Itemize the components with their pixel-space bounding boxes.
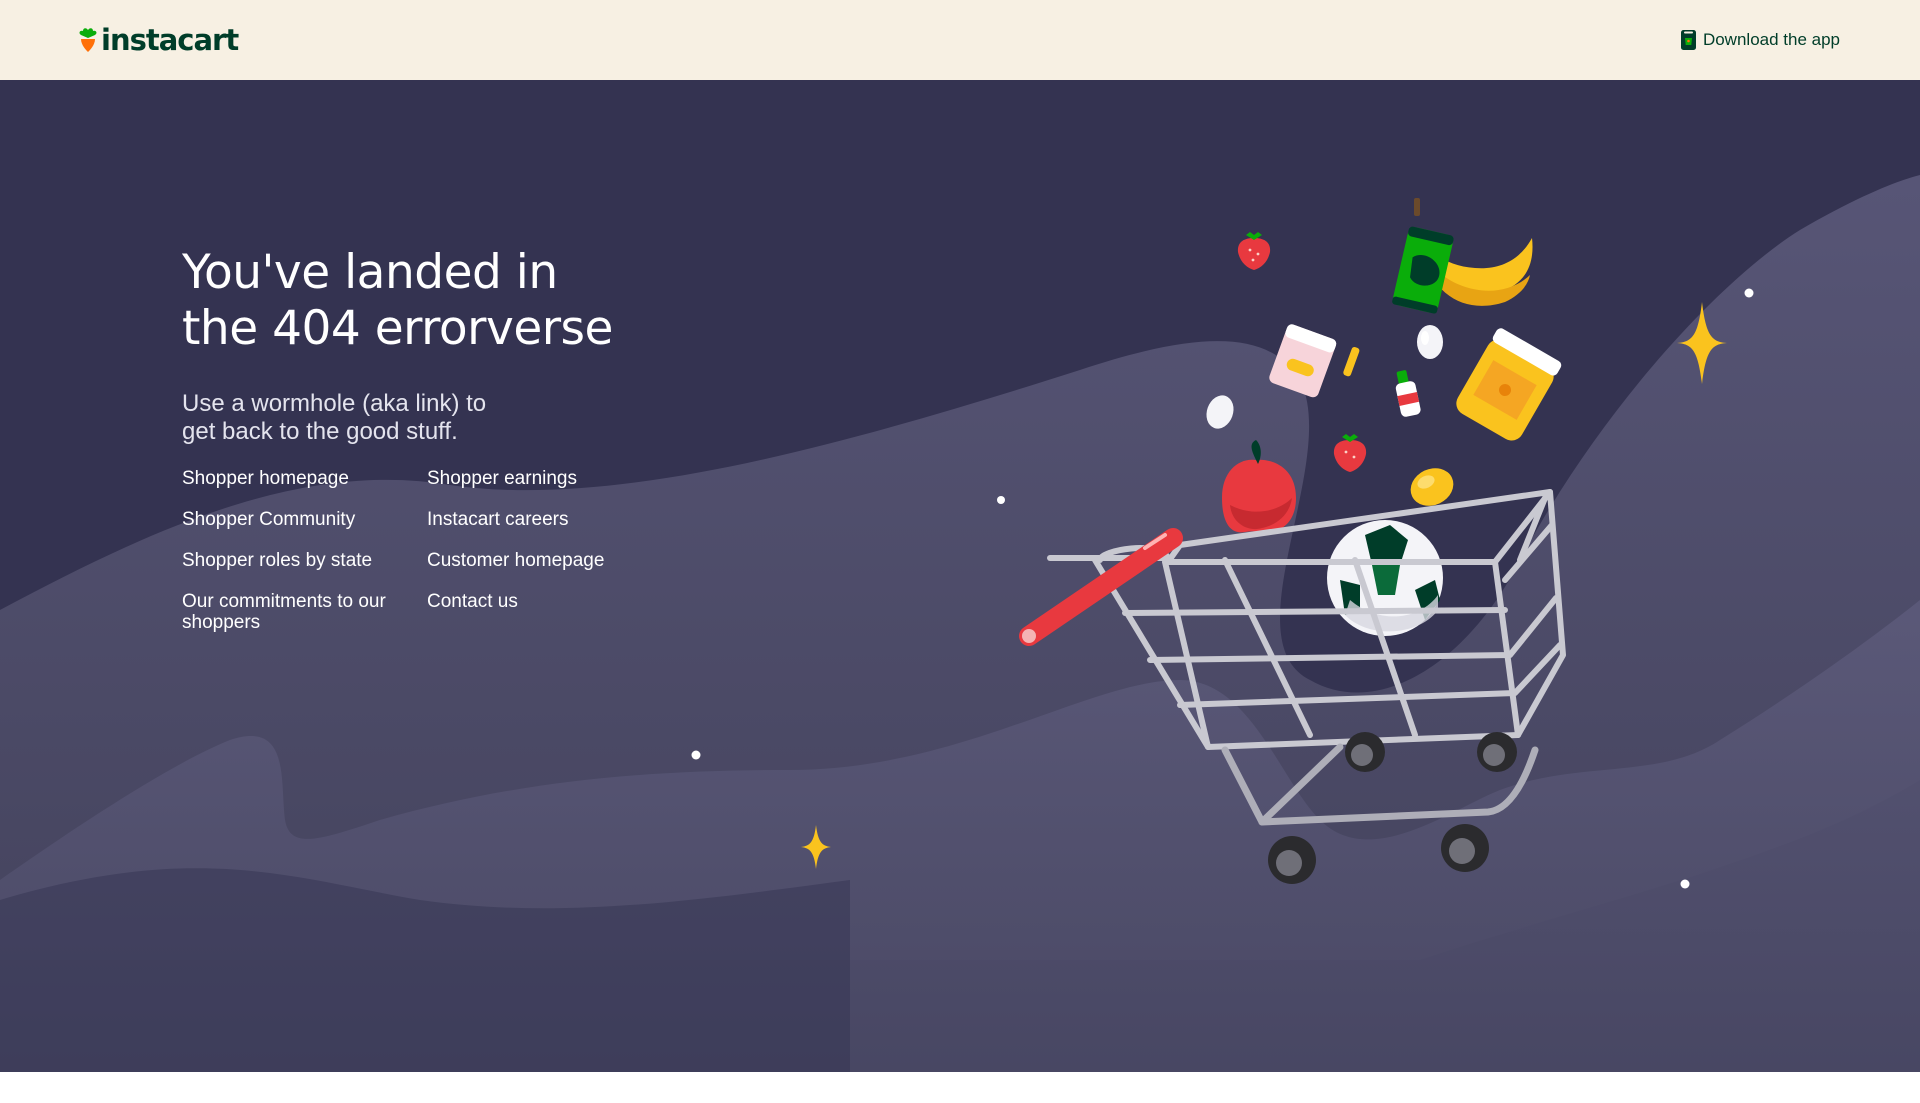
sparkle-star-small [801,825,831,869]
error-hero: You've landed in the 404 errorverse Use … [0,80,1920,1072]
bandage-box-icon [1269,324,1360,398]
strawberry-icon [1333,434,1367,472]
cart-wheel [1268,836,1316,884]
instacart-logo[interactable]: instacart [78,22,239,58]
site-header: instacart Download the app [0,0,1920,80]
medicine-bottle-icon [1395,370,1421,417]
apple-icon [1222,440,1296,533]
sparkle-star-large [1677,302,1727,384]
logo-wordmark: instacart [101,23,239,57]
jar-icon [1456,328,1562,441]
cart-wheel [1441,824,1489,872]
juice-can-icon [1392,226,1454,314]
shopping-cart-icon [1019,489,1566,884]
egg-icon [1417,325,1443,359]
soccer-ball-icon [1327,520,1443,636]
strawberry-icon [1237,232,1271,270]
cart-handle [1019,528,1183,646]
egg-icon [1206,395,1234,429]
star-dot [1680,879,1690,889]
star-dot [691,750,701,760]
cart-wheel [1477,732,1517,772]
cart-wheel [1345,732,1385,772]
carrot-logo-icon [79,28,97,52]
download-app-link[interactable]: Download the app [1680,26,1840,54]
star-dot [1744,288,1754,298]
phone-bag-icon [1680,30,1696,50]
flying-cart-illustration [691,198,1754,889]
download-app-label: Download the app [1702,30,1840,49]
star-dot [997,496,1005,504]
